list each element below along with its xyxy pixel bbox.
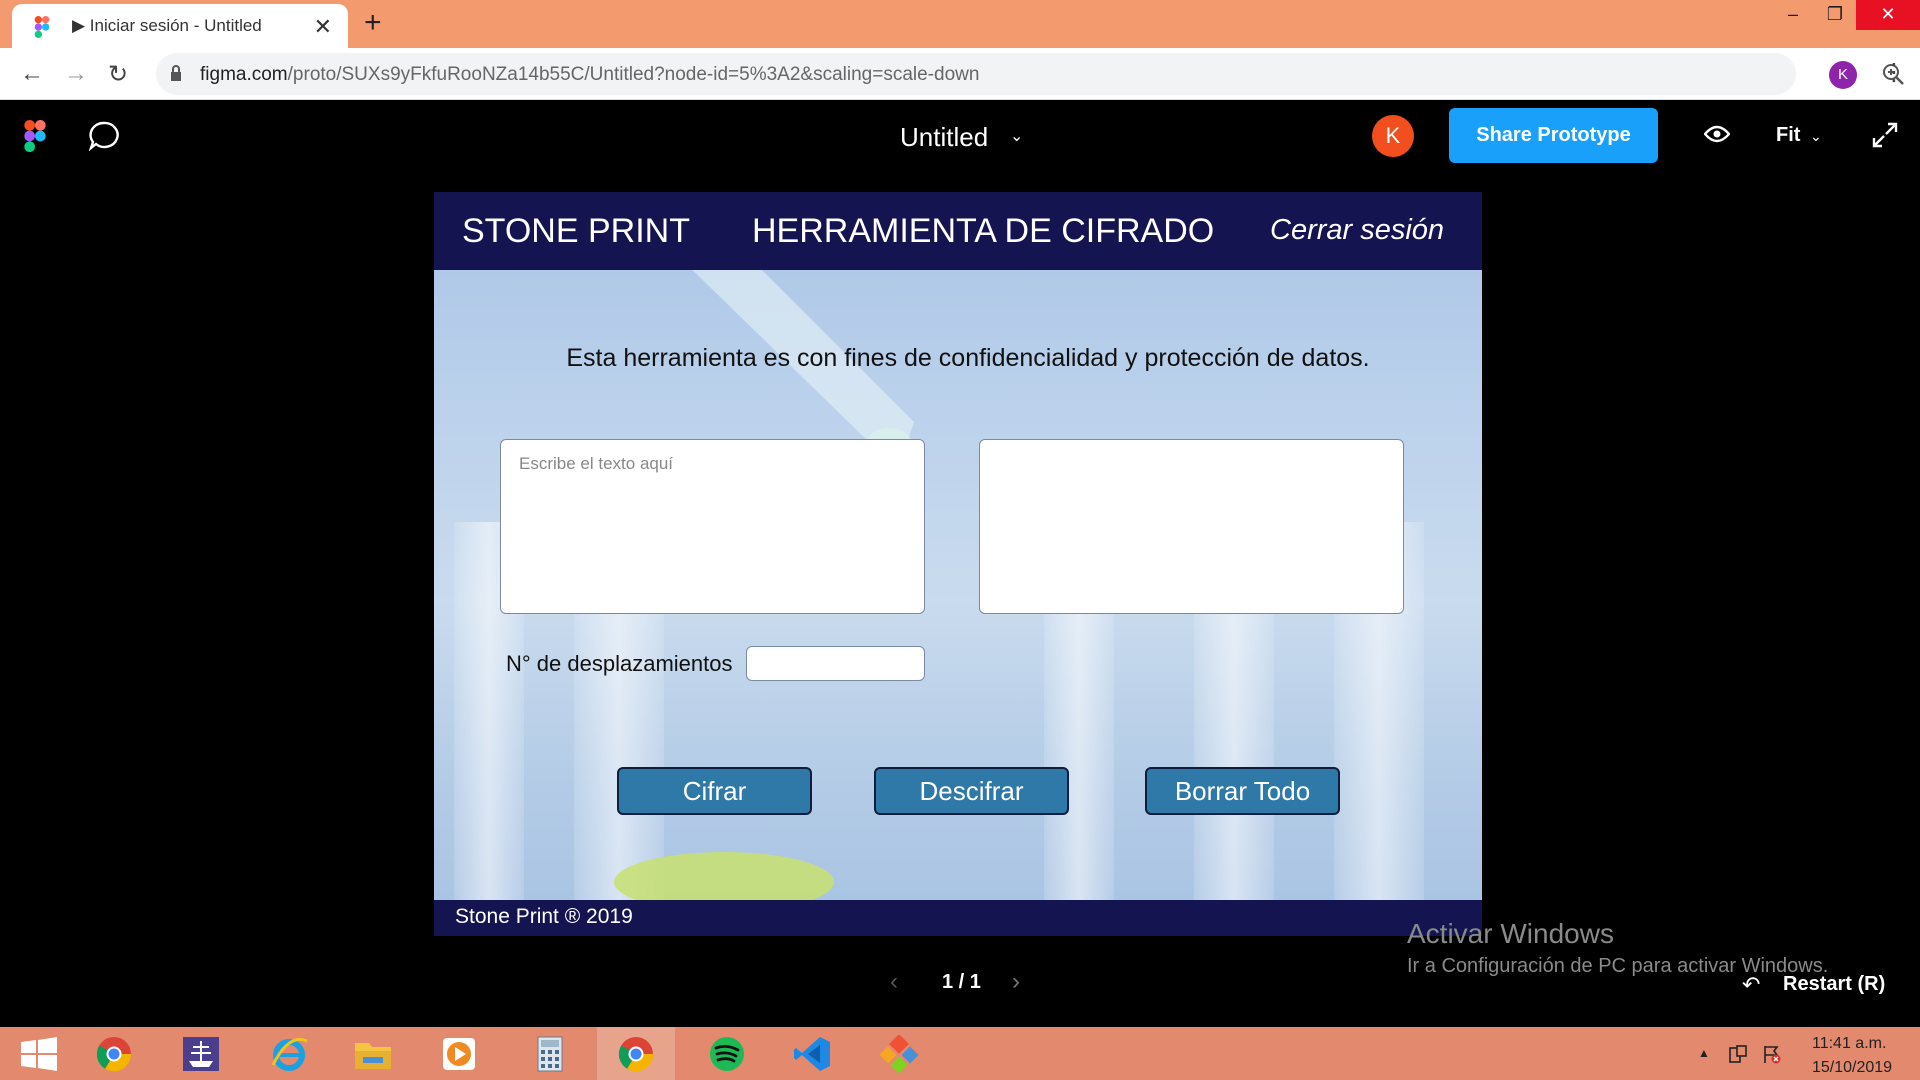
taskbar-chrome-active[interactable]: [597, 1027, 675, 1080]
ciphertext-output[interactable]: [979, 439, 1404, 614]
new-tab-button[interactable]: +: [364, 6, 382, 40]
tab-title: ▶ Iniciar sesión - Untitled: [72, 16, 262, 35]
page-counter: 1 / 1: [942, 971, 981, 993]
taskbar-spotify[interactable]: [688, 1027, 766, 1080]
windows-start-button[interactable]: [0, 1027, 78, 1080]
internet-explorer-icon: [271, 1038, 308, 1071]
git-app-icon: [879, 1035, 919, 1073]
restart-button[interactable]: Restart (R): [1783, 973, 1885, 996]
copyright-text: Stone Print ® 2019: [455, 905, 633, 928]
decrypt-button[interactable]: Descifrar: [874, 767, 1069, 815]
taskbar-file-explorer[interactable]: [334, 1027, 412, 1080]
tab-close-icon[interactable]: ✕: [314, 14, 332, 40]
window-close-button[interactable]: ✕: [1856, 0, 1920, 30]
next-page-icon[interactable]: ›: [1012, 968, 1020, 996]
folder-icon: [355, 1043, 391, 1069]
encrypt-button[interactable]: Cifrar: [617, 767, 812, 815]
browser-tab-bar: ▶ Iniciar sesión - Untitled ✕ + – ❐ ✕: [0, 0, 1920, 48]
logout-link[interactable]: Cerrar sesión: [1270, 214, 1444, 247]
url-input[interactable]: figma.com/proto/SUXs9yFkfuRooNZa14b55C/U…: [156, 53, 1904, 95]
address-bar: ← → ↻ figma.com/proto/SUXs9yFkfuRooNZa14…: [0, 48, 1920, 100]
browser-menu-icon[interactable]: ⋮: [1882, 58, 1906, 87]
description-text: Esta herramienta es con fines de confide…: [566, 344, 1370, 372]
figma-logo-icon[interactable]: [24, 120, 46, 152]
browser-tab[interactable]: ▶ Iniciar sesión - Untitled ✕: [12, 4, 348, 48]
fullscreen-icon[interactable]: [1872, 122, 1898, 148]
brand-title: STONE PRINT: [462, 212, 690, 250]
network-icon[interactable]: [1728, 1044, 1748, 1064]
tray-overflow-icon[interactable]: ▲: [1698, 1046, 1710, 1060]
calculator-icon: [537, 1036, 563, 1072]
lock-icon: [171, 65, 181, 81]
clear-all-button[interactable]: Borrar Todo: [1145, 767, 1340, 815]
eye-icon[interactable]: [1704, 124, 1730, 144]
shift-count-label: N° de desplazamientos: [506, 651, 733, 676]
taskbar-vscode[interactable]: [773, 1027, 851, 1080]
taskbar-chrome[interactable]: [75, 1027, 153, 1080]
file-title[interactable]: Untitled: [900, 122, 988, 153]
comment-icon[interactable]: [88, 121, 120, 151]
prototype-footer: Stone Print ® 2019: [434, 900, 1482, 936]
figma-favicon-icon: [34, 16, 50, 38]
prototype-frame: STONE PRINT HERRAMIENTA DE CIFRADO Cerra…: [434, 192, 1482, 936]
taskbar-git-app[interactable]: [860, 1027, 938, 1080]
spotify-icon: [710, 1037, 744, 1071]
browser-profile-avatar[interactable]: K: [1829, 61, 1857, 89]
chrome-icon: [618, 1037, 654, 1072]
chevron-down-icon[interactable]: ⌄: [1010, 126, 1023, 146]
tool-title: HERRAMIENTA DE CIFRADO: [752, 212, 1215, 250]
clock-time: 11:41 a.m.: [1812, 1035, 1887, 1052]
fit-chevron-down-icon[interactable]: ⌄: [1810, 128, 1822, 145]
share-prototype-button[interactable]: Share Prototype: [1449, 108, 1658, 163]
taskbar-calculator[interactable]: [511, 1027, 589, 1080]
ship-app-icon: [183, 1037, 219, 1071]
vscode-icon: [794, 1037, 830, 1071]
activate-windows-title: Activar Windows: [1407, 918, 1614, 949]
forward-arrow-icon[interactable]: →: [64, 60, 88, 88]
back-arrow-icon[interactable]: ←: [20, 60, 44, 88]
windows-logo-icon: [21, 1037, 57, 1071]
plaintext-input[interactable]: [500, 439, 925, 614]
user-avatar[interactable]: K: [1372, 115, 1414, 157]
clock-date: 15/10/2019: [1812, 1059, 1893, 1076]
prev-page-icon[interactable]: ‹: [890, 968, 898, 996]
reload-icon[interactable]: ↻: [108, 60, 128, 89]
url-text: figma.com/proto/SUXs9yFkfuRooNZa14b55C/U…: [200, 64, 980, 85]
windows-taskbar: [0, 1027, 1920, 1080]
taskbar-media-player[interactable]: [420, 1027, 498, 1080]
figma-toolbar: Untitled ⌄ K Share Prototype Fit ⌄: [0, 100, 1920, 172]
taskbar-ship-app[interactable]: [162, 1027, 240, 1080]
taskbar-internet-explorer[interactable]: [250, 1027, 328, 1080]
restart-arrow-icon[interactable]: ↶: [1742, 972, 1760, 998]
action-center-flag-icon[interactable]: [1762, 1044, 1782, 1064]
window-maximize-button[interactable]: ❐: [1810, 0, 1860, 30]
activate-windows-subtitle: Ir a Configuración de PC para activar Wi…: [1407, 955, 1829, 977]
prototype-header: STONE PRINT HERRAMIENTA DE CIFRADO Cerra…: [434, 192, 1482, 270]
shift-count-input[interactable]: [746, 646, 925, 681]
fit-dropdown[interactable]: Fit: [1776, 124, 1800, 147]
chrome-icon: [96, 1037, 132, 1072]
media-player-icon: [443, 1038, 475, 1070]
